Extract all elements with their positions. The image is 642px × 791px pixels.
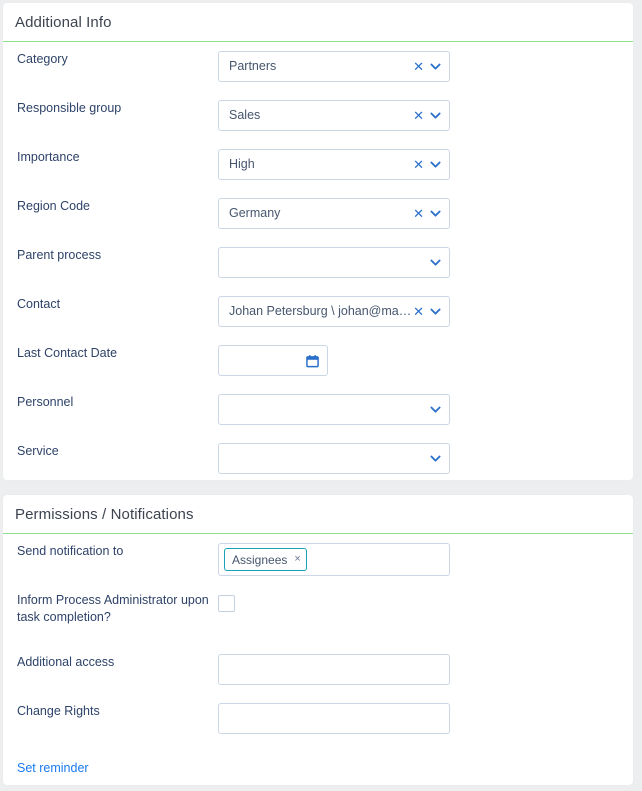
select-parent-process[interactable] <box>218 247 450 278</box>
checkbox-inform-process-administrator[interactable] <box>218 595 235 612</box>
permissions-fields: Send notification to Assignees × Inform … <box>3 534 633 777</box>
label-inform-process-administrator: Inform Process Administrator upon task c… <box>3 592 218 626</box>
set-reminder-link[interactable]: Set reminder <box>3 761 89 775</box>
select-responsible-group-value: Sales <box>229 108 261 122</box>
label-region-code: Region Code <box>17 199 90 213</box>
chevron-down-icon[interactable] <box>430 404 441 415</box>
text-input-change-rights[interactable] <box>218 703 450 734</box>
label-service: Service <box>17 444 59 458</box>
field-inform-process-administrator <box>218 592 633 612</box>
field-row-region-code: Region Code Germany ✕ <box>3 198 633 247</box>
clear-icon[interactable]: ✕ <box>413 158 424 171</box>
field-row-last-contact-date: Last Contact Date <box>3 345 633 394</box>
select-importance[interactable]: High ✕ <box>218 149 450 180</box>
label-last-contact-date: Last Contact Date <box>17 346 118 360</box>
field-parent-process <box>218 247 633 278</box>
text-input-additional-access[interactable] <box>218 654 450 685</box>
select-contact-value: Johan Petersburg \ johan@mail... <box>229 304 414 318</box>
field-row-inform-process-administrator: Inform Process Administrator upon task c… <box>3 592 633 654</box>
section-header-additional-info: Additional Info <box>3 3 633 42</box>
close-icon[interactable]: × <box>294 554 300 565</box>
field-responsible-group: Sales ✕ <box>218 100 633 131</box>
field-row-change-rights: Change Rights <box>3 703 633 752</box>
label-additional-access: Additional access <box>17 655 115 669</box>
select-service[interactable] <box>218 443 450 474</box>
field-row-personnel: Personnel <box>3 394 633 443</box>
field-row-parent-process: Parent process <box>3 247 633 296</box>
field-personnel <box>218 394 633 425</box>
field-send-notification-to: Assignees × <box>218 543 633 576</box>
select-region-code-value: Germany <box>229 206 281 220</box>
field-row-service: Service <box>3 443 633 492</box>
label-importance: Importance <box>17 150 80 164</box>
field-additional-access <box>218 654 633 685</box>
field-contact: Johan Petersburg \ johan@mail... ✕ <box>218 296 633 327</box>
field-row-send-notification-to: Send notification to Assignees × <box>3 543 633 592</box>
label-parent-process: Parent process <box>17 248 102 262</box>
label-category: Category <box>17 52 68 66</box>
label-contact: Contact <box>17 297 61 311</box>
clear-icon[interactable]: ✕ <box>413 60 424 73</box>
select-personnel[interactable] <box>218 394 450 425</box>
chevron-down-icon[interactable] <box>430 306 441 317</box>
select-importance-value: High <box>229 157 255 171</box>
label-change-rights: Change Rights <box>17 704 100 718</box>
tag-input-send-notification-to[interactable]: Assignees × <box>218 543 450 576</box>
chevron-down-icon[interactable] <box>430 110 441 121</box>
field-row-additional-access: Additional access <box>3 654 633 703</box>
chevron-down-icon[interactable] <box>430 257 441 268</box>
select-region-code[interactable]: Germany ✕ <box>218 198 450 229</box>
date-input-last-contact-date[interactable] <box>218 345 328 376</box>
form-page: Additional Info Category Partners ✕ Resp… <box>0 0 642 791</box>
field-service <box>218 443 633 474</box>
chevron-down-icon[interactable] <box>430 208 441 219</box>
field-change-rights <box>218 703 633 734</box>
clear-icon[interactable]: ✕ <box>413 109 424 122</box>
label-send-notification-to: Send notification to <box>17 544 124 558</box>
label-responsible-group: Responsible group <box>17 101 122 115</box>
label-line-1: Inform Process Administrator upon <box>17 593 209 607</box>
chevron-down-icon[interactable] <box>430 453 441 464</box>
field-row-importance: Importance High ✕ <box>3 149 633 198</box>
select-contact[interactable]: Johan Petersburg \ johan@mail... ✕ <box>218 296 450 327</box>
section-header-permissions: Permissions / Notifications <box>3 495 633 534</box>
label-personnel: Personnel <box>17 395 74 409</box>
field-row-responsible-group: Responsible group Sales ✕ <box>3 100 633 149</box>
card-additional-info: Additional Info Category Partners ✕ Resp… <box>3 3 633 480</box>
select-responsible-group[interactable]: Sales ✕ <box>218 100 450 131</box>
field-last-contact-date <box>218 345 633 376</box>
page-title: Additional Info <box>15 13 112 31</box>
section-title-permissions: Permissions / Notifications <box>15 505 194 523</box>
clear-icon[interactable]: ✕ <box>413 305 424 318</box>
clear-icon[interactable]: ✕ <box>413 207 424 220</box>
select-category-value: Partners <box>229 59 277 73</box>
tag-assignees[interactable]: Assignees × <box>224 548 307 571</box>
chevron-down-icon[interactable] <box>430 159 441 170</box>
card-permissions-notifications: Permissions / Notifications Send notific… <box>3 495 633 785</box>
tag-label: Assignees <box>232 552 288 567</box>
calendar-icon[interactable] <box>306 354 319 367</box>
field-importance: High ✕ <box>218 149 633 180</box>
field-row-category: Category Partners ✕ <box>3 51 633 100</box>
field-row-contact: Contact Johan Petersburg \ johan@mail...… <box>3 296 633 345</box>
chevron-down-icon[interactable] <box>430 61 441 72</box>
field-category: Partners ✕ <box>218 51 633 82</box>
field-region-code: Germany ✕ <box>218 198 633 229</box>
label-line-2: task completion? <box>17 610 111 624</box>
select-category[interactable]: Partners ✕ <box>218 51 450 82</box>
additional-info-fields: Category Partners ✕ Responsible group Sa… <box>3 42 633 492</box>
